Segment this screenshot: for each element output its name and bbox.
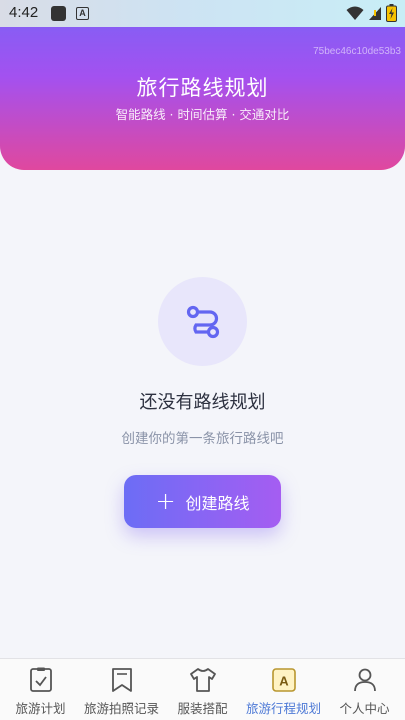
page-title: 旅行路线规划	[136, 76, 269, 100]
tab-label: 旅游拍照记录	[83, 701, 159, 716]
tab-label: 个人中心	[339, 701, 390, 716]
tab-photo-record[interactable]: 旅游拍照记录	[81, 659, 162, 720]
create-route-label: 创建路线	[185, 493, 250, 513]
bottom-tab-bar: 旅游计划 旅游拍照记录 服装搭配 A 旅游行程规划 个人中心	[0, 658, 405, 720]
header: 4:42 A 75bec46c10de53b3 旅行路线规划 智能路线 · 时间…	[0, 0, 405, 170]
a-letter-icon: A	[76, 7, 89, 20]
route-planning-screen: 4:42 A 75bec46c10de53b3 旅行路线规划 智能路线 · 时间…	[0, 0, 405, 720]
empty-state-subtitle: 创建你的第一条旅行路线吧	[121, 431, 284, 447]
plus-icon: +	[155, 486, 176, 515]
battery-charging-icon	[386, 4, 397, 22]
person-icon	[351, 666, 379, 694]
status-bar: 4:42 A	[0, 0, 405, 27]
status-icons	[346, 4, 397, 22]
create-route-button[interactable]: + 创建路线	[124, 475, 281, 528]
tab-travel-plan[interactable]: 旅游计划	[0, 659, 81, 720]
tab-label: 旅游行程规划	[245, 701, 321, 716]
wifi-icon	[346, 6, 364, 20]
device-id: 75bec46c10de53b3	[313, 46, 401, 57]
clipboard-check-icon	[27, 666, 55, 694]
tab-label: 旅游计划	[15, 701, 66, 716]
signal-icon	[369, 7, 381, 20]
tab-outfit[interactable]: 服装搭配	[162, 659, 243, 720]
tab-profile[interactable]: 个人中心	[324, 659, 405, 720]
a-badge-icon: A	[270, 666, 298, 694]
tab-itinerary[interactable]: A 旅游行程规划	[243, 659, 324, 720]
a-badge-letter: A	[279, 674, 289, 689]
status-time: 4:42	[9, 4, 39, 21]
bookmark-icon	[108, 666, 136, 694]
tab-label: 服装搭配	[177, 701, 228, 716]
empty-state-icon-circle	[158, 277, 247, 366]
tshirt-icon	[189, 666, 217, 694]
notification-square-icon	[51, 6, 66, 21]
empty-state-title: 还没有路线规划	[139, 392, 266, 413]
route-icon	[186, 305, 219, 338]
page-subtitle: 智能路线 · 时间估算 · 交通对比	[115, 107, 290, 122]
